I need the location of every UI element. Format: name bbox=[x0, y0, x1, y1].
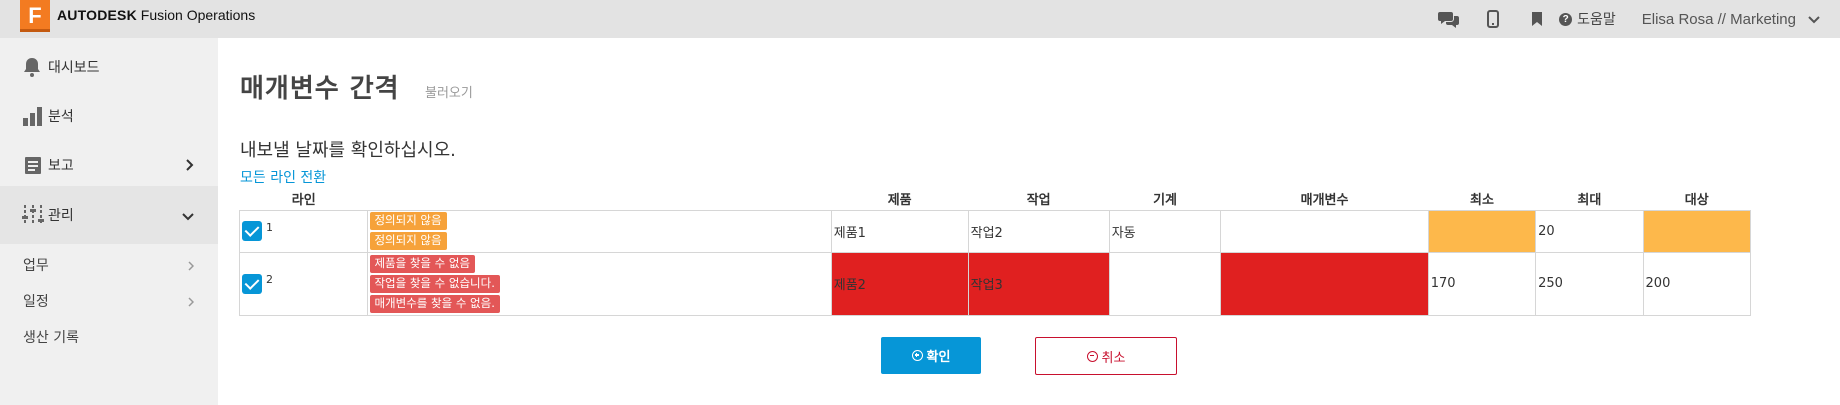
column-header-parameter: 매개변수 bbox=[1300, 192, 1349, 208]
sliders-icon bbox=[22, 204, 44, 226]
bell-icon bbox=[22, 56, 44, 78]
sidebar-subitem-schedule[interactable]: 일정 bbox=[0, 281, 218, 321]
top-bar: F AUTODESK Fusion Operations ? 도움말 Elisa… bbox=[0, 0, 1840, 38]
sidebar-subitem-label: 업무 bbox=[23, 258, 49, 274]
bar-chart-icon bbox=[22, 105, 44, 127]
error-badge: 제품을 찾을 수 없음 bbox=[370, 254, 476, 273]
column-header-line: 라인 bbox=[291, 192, 316, 208]
brand-product: Fusion Operations bbox=[140, 7, 256, 23]
sidebar-item-label: 관리 bbox=[48, 208, 74, 224]
brand-autodesk: AUTODESK bbox=[57, 7, 137, 23]
user-label: Elisa Rosa // Marketing bbox=[1641, 10, 1796, 28]
chevron-right-icon bbox=[186, 156, 194, 175]
column-header-target: 대상 bbox=[1684, 192, 1709, 208]
table-row: 1 정의되지 않음 정의되지 않음 제품1 작업2 자동 20 bbox=[238, 209, 1752, 253]
cancel-button[interactable]: 취소 bbox=[1035, 337, 1177, 375]
task-cell: 작업2 bbox=[967, 209, 1110, 253]
chevron-right-icon bbox=[188, 292, 195, 311]
target-cell: 200 bbox=[1642, 251, 1752, 316]
help-menu[interactable]: ? 도움말 bbox=[1559, 9, 1616, 29]
column-header-min: 최소 bbox=[1469, 192, 1494, 208]
warning-badge: 정의되지 않음 bbox=[370, 232, 447, 250]
brand-name: AUTODESK Fusion Operations bbox=[57, 7, 255, 23]
task-cell: 작업3 bbox=[967, 251, 1110, 316]
column-header-machine: 기계 bbox=[1153, 192, 1177, 208]
help-label: 도움말 bbox=[1577, 12, 1616, 28]
line-cell: 2 bbox=[238, 251, 369, 316]
line-checkbox[interactable] bbox=[242, 221, 262, 241]
sidebar-subitem-production-log[interactable]: 생산 기록 bbox=[0, 317, 218, 357]
confirm-button[interactable]: 확인 bbox=[881, 337, 981, 374]
error-badge: 작업을 찾을 수 없습니다. bbox=[370, 274, 500, 293]
sidebar-item-label: 보고 bbox=[48, 158, 74, 174]
plus-circle-icon bbox=[911, 350, 923, 361]
sidebar-item-label: 분석 bbox=[48, 109, 74, 125]
fusion-logo[interactable]: F bbox=[20, 0, 50, 32]
page-title: 매개변수 간격 bbox=[240, 74, 400, 104]
machine-cell: 자동 bbox=[1108, 209, 1222, 253]
sidebar-subitem-label: 일정 bbox=[23, 294, 49, 310]
line-number: 2 bbox=[266, 273, 273, 286]
product-cell: 제품2 bbox=[830, 251, 969, 316]
product-cell: 제품1 bbox=[830, 209, 969, 253]
line-number: 1 bbox=[266, 220, 273, 234]
max-cell: 20 bbox=[1535, 209, 1644, 253]
sidebar-item-label: 대시보드 bbox=[48, 60, 100, 76]
line-cell: 1 bbox=[238, 209, 369, 253]
column-header-product: 제품 bbox=[887, 192, 912, 208]
user-menu[interactable]: Elisa Rosa // Marketing bbox=[1642, 11, 1820, 28]
sidebar-subitem-tasks[interactable]: 업무 bbox=[0, 245, 218, 285]
minus-circle-icon bbox=[1086, 350, 1098, 362]
parameter-cell bbox=[1220, 251, 1429, 316]
machine-cell bbox=[1108, 251, 1222, 316]
mobile-icon[interactable] bbox=[1471, 0, 1515, 38]
column-header-max: 최대 bbox=[1577, 192, 1602, 208]
target-cell bbox=[1642, 209, 1752, 253]
bookmark-icon[interactable] bbox=[1515, 0, 1559, 38]
sidebar-item-management[interactable]: 관리 bbox=[0, 186, 218, 244]
chevron-right-icon bbox=[188, 256, 195, 275]
table-header-row: 라인 제품 작업 기계 매개변수 최소 최대 대상 bbox=[240, 188, 1751, 210]
min-cell: 170 bbox=[1427, 251, 1537, 316]
messages-cell: 제품을 찾을 수 없음 작업을 찾을 수 없습니다. 매개변수를 찾을 수 없음… bbox=[367, 251, 832, 316]
top-actions: ? 도움말 Elisa Rosa // Marketing bbox=[1427, 0, 1840, 38]
instruction-text: 내보낼 날짜를 확인하십시오. bbox=[240, 140, 456, 161]
import-table: 라인 제품 작업 기계 매개변수 최소 최대 대상 1 정의되지 않음 정의되지… bbox=[238, 188, 1752, 316]
chat-icon[interactable] bbox=[1427, 0, 1471, 38]
min-cell bbox=[1427, 209, 1537, 253]
column-header-task: 작업 bbox=[1026, 192, 1051, 208]
page-subtitle: 불러오기 bbox=[425, 86, 473, 101]
confirm-button-label: 확인 bbox=[926, 350, 951, 365]
warning-badge: 정의되지 않음 bbox=[370, 212, 447, 230]
chevron-down-icon bbox=[182, 206, 194, 225]
main-content: 매개변수 간격 불러오기 내보낼 날짜를 확인하십시오. 모든 라인 전환 라인… bbox=[218, 38, 1840, 405]
cancel-button-label: 취소 bbox=[1101, 350, 1126, 366]
max-cell: 250 bbox=[1535, 251, 1644, 316]
table-row: 2 제품을 찾을 수 없음 작업을 찾을 수 없습니다. 매개변수를 찾을 수 … bbox=[238, 251, 1752, 316]
column-header-messages bbox=[368, 188, 831, 210]
error-badge: 매개변수를 찾을 수 없음. bbox=[370, 294, 500, 313]
help-icon: ? bbox=[1559, 12, 1573, 26]
report-icon bbox=[22, 154, 44, 176]
line-checkbox[interactable] bbox=[242, 273, 262, 294]
sidebar-subitem-label: 생산 기록 bbox=[23, 330, 79, 346]
parameter-cell bbox=[1220, 209, 1429, 253]
messages-cell: 정의되지 않음 정의되지 않음 bbox=[367, 209, 832, 253]
sidebar: 대시보드 분석 보고 관리 업무 일정 생산 기록 bbox=[0, 38, 218, 405]
toggle-all-lines-link[interactable]: 모든 라인 전환 bbox=[240, 167, 326, 187]
chevron-down-icon bbox=[1808, 11, 1820, 28]
